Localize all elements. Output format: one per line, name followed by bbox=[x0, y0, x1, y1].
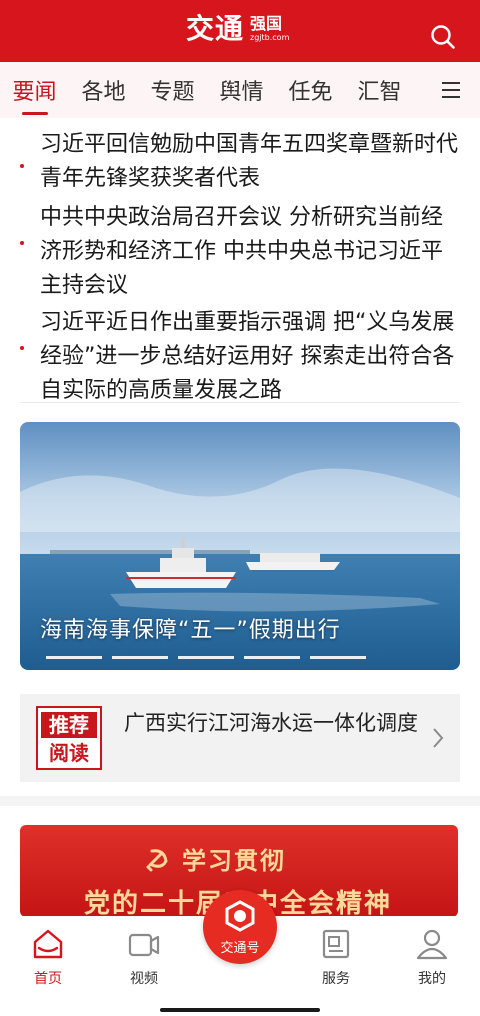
logo-sub: 强国 zgjtb.com bbox=[250, 15, 289, 43]
video-icon bbox=[128, 933, 160, 957]
nav-mine[interactable]: 我的 bbox=[392, 928, 472, 988]
logo-url: zgjtb.com bbox=[250, 33, 290, 42]
menu-icon[interactable] bbox=[442, 82, 460, 98]
user-icon bbox=[416, 929, 448, 960]
service-icon bbox=[322, 929, 350, 959]
tab-yuqing[interactable]: 舆情 bbox=[207, 74, 276, 106]
badge-line-2: 阅读 bbox=[49, 741, 89, 765]
news-title: 中共中央政治局召开会议 分析研究当前经济形势和经济工作 中共中央总书记习近平主持… bbox=[40, 205, 443, 298]
carousel-dot[interactable] bbox=[46, 656, 102, 659]
bullet-dot-icon bbox=[20, 164, 24, 168]
list-item[interactable]: 习近平近日作出重要指示强调 把“义乌发展经验”进一步总结好运用好 探索走出符合各… bbox=[20, 306, 460, 408]
badge-line-1: 推荐 bbox=[41, 712, 97, 738]
recommended-reading[interactable]: 推荐 阅读 广西实行江河海水运一体化调度 bbox=[20, 694, 460, 782]
nav-home[interactable]: 首页 bbox=[8, 928, 88, 988]
tab-gedi[interactable]: 各地 bbox=[69, 74, 138, 106]
carousel-dot[interactable] bbox=[244, 656, 300, 659]
carousel-indicators bbox=[46, 656, 366, 659]
logo-sub-text: 强国 bbox=[250, 14, 283, 33]
carousel-dot[interactable] bbox=[178, 656, 234, 659]
party-emblem-icon bbox=[146, 849, 168, 872]
nav-center-label: 交通号 bbox=[220, 941, 260, 956]
news-title: 习近平回信勉励中国青年五四奖章暨新时代青年先锋奖获奖者代表 bbox=[40, 132, 459, 191]
tab-zhuanti[interactable]: 专题 bbox=[138, 74, 207, 106]
chevron-right-icon bbox=[433, 728, 444, 748]
home-indicator bbox=[160, 1008, 320, 1012]
list-item[interactable]: 中共中央政治局召开会议 分析研究当前经济形势和经济工作 中共中央总书记习近平主持… bbox=[20, 201, 460, 303]
recommend-badge: 推荐 阅读 bbox=[36, 706, 102, 770]
section-divider bbox=[0, 796, 480, 806]
bullet-dot-icon bbox=[20, 346, 24, 350]
photo-carousel[interactable]: 海南海事保障“五一”假期出行 bbox=[20, 422, 460, 670]
nav-video[interactable]: 视频 bbox=[104, 928, 184, 988]
nav-mine-label: 我的 bbox=[418, 971, 446, 987]
app-logo: 交通 强国 zgjtb.com bbox=[186, 12, 289, 46]
carousel-dot[interactable] bbox=[310, 656, 366, 659]
nav-jiaotonghao[interactable]: 交通号 bbox=[203, 890, 277, 964]
nav-video-label: 视频 bbox=[130, 971, 158, 987]
jiaotonghao-icon bbox=[225, 900, 255, 932]
home-icon bbox=[33, 929, 63, 959]
list-item[interactable]: 习近平回信勉励中国青年五四奖章暨新时代青年先锋奖获奖者代表 bbox=[20, 128, 460, 196]
divider bbox=[20, 402, 460, 403]
nav-service[interactable]: 服务 bbox=[296, 928, 376, 988]
recommend-title: 广西实行江河海水运一体化调度 bbox=[124, 711, 418, 735]
promo-line-1: 学习贯彻 bbox=[182, 846, 286, 875]
nav-service-label: 服务 bbox=[322, 971, 350, 987]
news-title: 习近平近日作出重要指示强调 把“义乌发展经验”进一步总结好运用好 探索走出符合各… bbox=[40, 310, 455, 403]
carousel-caption: 海南海事保障“五一”假期出行 bbox=[40, 618, 341, 643]
nav-home-label: 首页 bbox=[34, 971, 62, 987]
tab-huizhi[interactable]: 汇智 bbox=[345, 74, 414, 106]
bullet-dot-icon bbox=[20, 241, 24, 245]
bottom-navigation: 首页 视频 交通号 服务 我的 bbox=[0, 890, 480, 1016]
tab-renmian[interactable]: 任免 bbox=[276, 74, 345, 106]
logo-main-text: 交通 bbox=[186, 12, 245, 45]
category-tabs: 要闻 各地 专题 舆情 任免 汇智 bbox=[0, 62, 480, 118]
tab-yaowen[interactable]: 要闻 bbox=[0, 74, 69, 115]
carousel-dot[interactable] bbox=[112, 656, 168, 659]
app-header: 交通 强国 zgjtb.com bbox=[0, 0, 480, 62]
search-icon[interactable] bbox=[430, 24, 456, 50]
